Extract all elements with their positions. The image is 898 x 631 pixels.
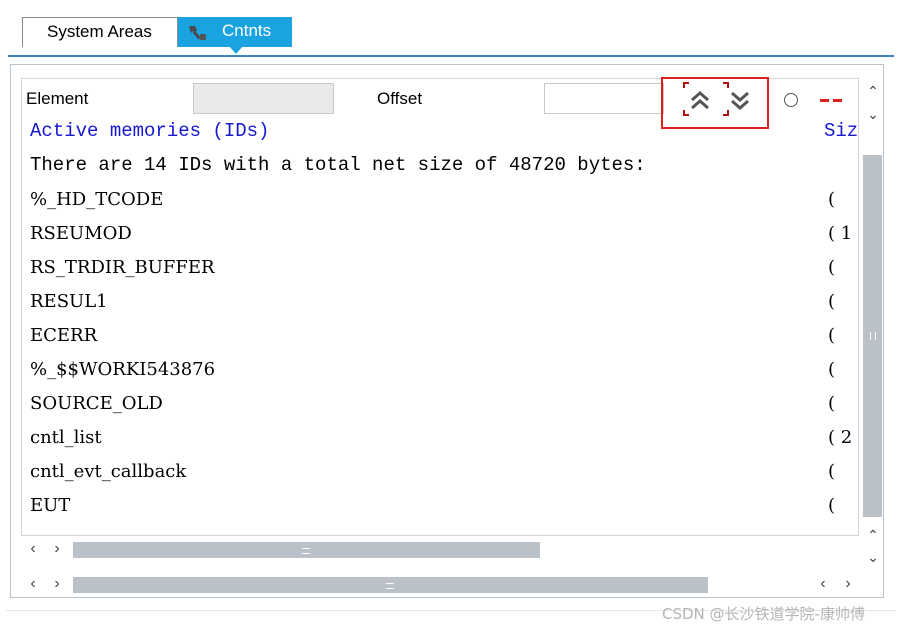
circle-icon[interactable] bbox=[784, 93, 798, 107]
element-label: Element bbox=[26, 89, 89, 108]
list-item: EUT bbox=[30, 495, 71, 516]
list-item: RESUL1 bbox=[30, 291, 108, 312]
scroll-left-icon[interactable]: ‹ bbox=[26, 576, 40, 592]
tab-contents-label: Cntnts bbox=[222, 21, 272, 40]
listing-summary: There are 14 IDs with a total net size o… bbox=[30, 154, 646, 176]
list-item: ECERR bbox=[30, 325, 98, 346]
offset-field[interactable] bbox=[544, 83, 664, 114]
list-item-size: ( bbox=[828, 257, 836, 278]
list-item-size: ( bbox=[828, 325, 836, 346]
scroll-up-icon[interactable]: ⌃ bbox=[866, 528, 880, 542]
list-item-size: ( 2 bbox=[828, 427, 853, 448]
list-item-size: ( bbox=[828, 189, 836, 210]
tab-system-areas-label: System Areas bbox=[47, 22, 152, 41]
list-item-size: ( bbox=[828, 461, 836, 482]
list-item: %_$$WORKI543876 bbox=[30, 359, 216, 380]
wrench-icon bbox=[189, 26, 206, 40]
scroll-right-icon[interactable]: › bbox=[50, 541, 64, 557]
listing-heading: Active memories (IDs) bbox=[30, 120, 270, 142]
memory-listing: Active memories (IDs) Siz There are 14 I… bbox=[22, 116, 857, 536]
scroll-down-icon[interactable]: ⌄ bbox=[866, 107, 880, 121]
scroll-right-icon[interactable]: › bbox=[841, 576, 855, 592]
list-item-size: ( bbox=[828, 393, 836, 414]
grip-icon bbox=[386, 583, 394, 589]
list-item: %_HD_TCODE bbox=[30, 189, 164, 210]
list-item-size: ( bbox=[828, 495, 836, 516]
list-item: SOURCE_OLD bbox=[30, 393, 163, 414]
grip-icon bbox=[870, 332, 876, 340]
scroll-up-icon[interactable]: ⌃ bbox=[866, 84, 880, 98]
list-item: RSEUMOD bbox=[30, 223, 132, 244]
element-field[interactable] bbox=[193, 83, 334, 114]
list-item-size: ( bbox=[828, 291, 836, 312]
scroll-right-icon[interactable]: › bbox=[50, 576, 64, 592]
offset-label: Offset bbox=[377, 89, 423, 108]
scroll-left-icon[interactable]: ‹ bbox=[26, 541, 40, 557]
tab-strip-underline bbox=[8, 55, 894, 57]
list-item: cntl_evt_callback bbox=[30, 461, 187, 482]
dash-icon[interactable] bbox=[820, 99, 842, 102]
list-item-size: ( bbox=[828, 359, 836, 380]
active-tab-caret bbox=[229, 46, 243, 54]
watermark: CSDN @长沙铁道学院-康帅傅 bbox=[662, 605, 865, 623]
list-item-size: ( 1 bbox=[828, 223, 853, 244]
size-column-heading: Siz bbox=[824, 120, 857, 142]
list-item: RS_TRDIR_BUFFER bbox=[30, 257, 215, 278]
list-item: cntl_list bbox=[30, 427, 102, 448]
tab-system-areas[interactable]: System Areas bbox=[22, 17, 178, 47]
scroll-down-icon[interactable]: ⌄ bbox=[866, 550, 880, 564]
grip-icon bbox=[302, 548, 310, 554]
scroll-left-icon[interactable]: ‹ bbox=[816, 576, 830, 592]
